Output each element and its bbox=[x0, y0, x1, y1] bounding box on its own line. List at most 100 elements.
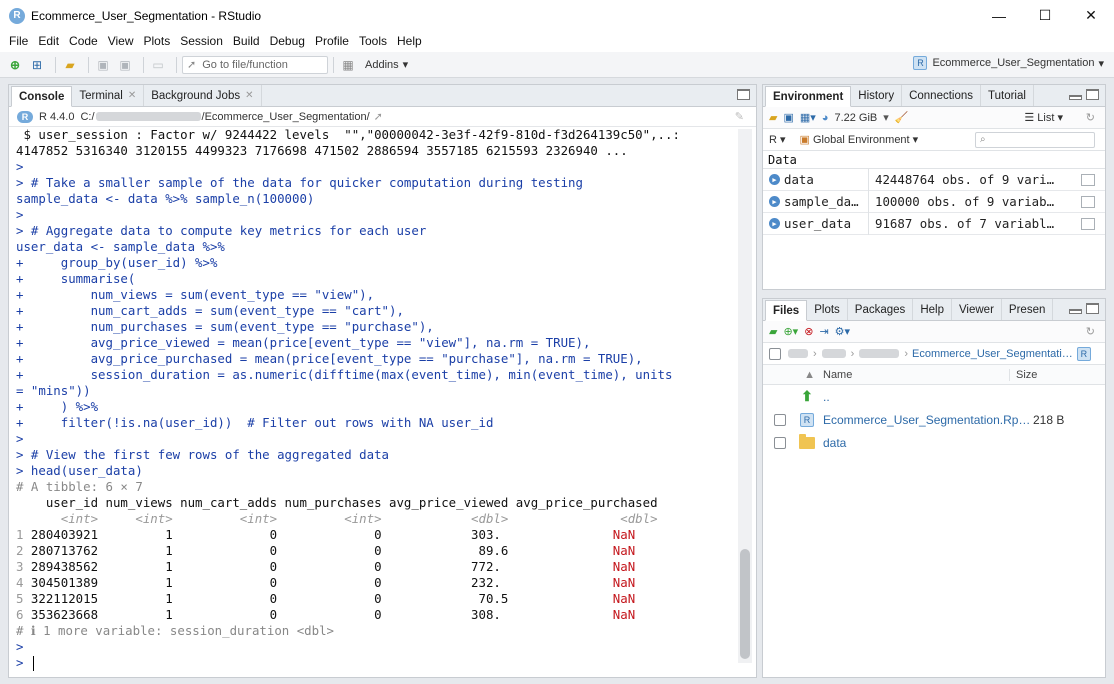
rename-icon[interactable]: ⇥ bbox=[819, 325, 828, 338]
view-data-icon[interactable] bbox=[1081, 195, 1095, 208]
menu-view[interactable]: View bbox=[103, 34, 139, 48]
import-dataset-icon[interactable]: ▦▾ bbox=[800, 111, 816, 124]
refresh-icon[interactable]: ↻ bbox=[1086, 325, 1095, 338]
delete-icon[interactable]: ⊗ bbox=[804, 325, 813, 338]
env-row[interactable]: ▶ data 42448764 obs. of 9 vari… bbox=[763, 168, 1105, 191]
expand-icon[interactable]: ▶ bbox=[769, 174, 780, 185]
memory-pie-icon[interactable]: ◕ bbox=[822, 112, 829, 124]
menu-plots[interactable]: Plots bbox=[139, 34, 176, 48]
load-workspace-icon[interactable]: ▰ bbox=[769, 111, 777, 124]
expand-icon[interactable]: ▶ bbox=[769, 218, 780, 229]
menu-debug[interactable]: Debug bbox=[265, 34, 310, 48]
tab-terminal[interactable]: Terminal ✕ bbox=[72, 85, 145, 106]
env-row[interactable]: ▶ user_data 91687 obs. of 7 variabl… bbox=[763, 212, 1105, 235]
tab-packages[interactable]: Packages bbox=[848, 299, 914, 320]
goto-dir-icon[interactable]: ➚ bbox=[374, 110, 383, 123]
project-menu[interactable]: R Ecommerce_User_Segmentation ▾ bbox=[913, 56, 1104, 70]
print-icon[interactable]: ▭ bbox=[149, 56, 167, 74]
goto-file-input[interactable]: ➚ Go to file/function bbox=[182, 55, 328, 74]
file-name[interactable]: data bbox=[823, 436, 1033, 450]
menu-build[interactable]: Build bbox=[228, 34, 265, 48]
sort-up-icon[interactable]: ▲ bbox=[763, 369, 823, 381]
file-row[interactable]: data bbox=[763, 431, 1105, 454]
tab-help[interactable]: Help bbox=[913, 299, 952, 320]
tab-environment[interactable]: Environment bbox=[765, 86, 852, 107]
close-tab-icon[interactable]: ✕ bbox=[245, 90, 253, 101]
console-text: = "mins")) bbox=[16, 383, 91, 398]
r-version: R 4.4.0 bbox=[39, 110, 75, 123]
close-button[interactable]: ✕ bbox=[1068, 0, 1114, 31]
gear-icon[interactable]: ⚙▾ bbox=[835, 325, 850, 338]
env-row[interactable]: ▶ sample_da… 100000 obs. of 9 variab… bbox=[763, 190, 1105, 213]
maximize-pane-icon[interactable] bbox=[1086, 89, 1099, 100]
breadcrumb: › › › Ecommerce_User_Segmentati… R bbox=[763, 343, 1105, 365]
save-icon[interactable]: ▣ bbox=[94, 56, 112, 74]
menu-profile[interactable]: Profile bbox=[310, 34, 354, 48]
console-text: + filter(!is.na(user_id)) # Filter out r… bbox=[16, 415, 494, 430]
tab-tutorial[interactable]: Tutorial bbox=[981, 85, 1034, 106]
refresh-icon[interactable]: ↻ bbox=[1086, 111, 1095, 124]
file-checkbox[interactable] bbox=[774, 436, 786, 449]
restore-pane-icon[interactable] bbox=[737, 89, 750, 100]
console-line: + avg_price_viewed = mean(price[event_ty… bbox=[16, 335, 737, 351]
grid-layout-icon[interactable]: ▦ bbox=[339, 56, 357, 74]
tab-viewer[interactable]: Viewer bbox=[952, 299, 1002, 320]
title-bar: R Ecommerce_User_Segmentation - RStudio … bbox=[0, 0, 1114, 31]
save-workspace-icon[interactable]: ▣ bbox=[783, 111, 793, 124]
menu-code[interactable]: Code bbox=[64, 34, 103, 48]
tab-history[interactable]: History bbox=[851, 85, 903, 106]
addins-menu[interactable]: Addins bbox=[365, 59, 399, 71]
view-data-icon[interactable] bbox=[1081, 173, 1095, 186]
maximize-button[interactable]: ☐ bbox=[1022, 0, 1068, 31]
close-tab-icon[interactable]: ✕ bbox=[128, 90, 136, 101]
view-mode-select[interactable]: ☰ List ▾ bbox=[1024, 111, 1063, 124]
minimize-pane-icon[interactable] bbox=[1069, 95, 1082, 100]
console-line: + num_purchases = sum(event_type == "pur… bbox=[16, 319, 737, 335]
select-all-checkbox[interactable] bbox=[769, 347, 781, 360]
parent-dir-link[interactable]: .. bbox=[823, 390, 1033, 404]
console-output[interactable]: $ user_session : Factor w/ 9244422 level… bbox=[9, 127, 737, 677]
new-file-icon[interactable]: ⊕ bbox=[6, 56, 24, 74]
expand-icon[interactable]: ▶ bbox=[769, 196, 780, 207]
tab-console[interactable]: Console bbox=[11, 86, 73, 107]
file-checkbox[interactable] bbox=[774, 413, 786, 426]
clear-console-icon[interactable]: ✎ bbox=[735, 110, 744, 123]
language-select[interactable]: R ▾ bbox=[769, 133, 786, 146]
view-data-icon[interactable] bbox=[1081, 217, 1095, 230]
tab-background-jobs[interactable]: Background Jobs ✕ bbox=[144, 85, 262, 106]
save-all-icon[interactable]: ▣ bbox=[116, 56, 134, 74]
memory-usage[interactable]: 7.22 GiB bbox=[834, 112, 877, 124]
file-row[interactable]: R Ecommerce_User_Segmentation.Rp… 218 B bbox=[763, 408, 1105, 431]
new-blank-file-icon[interactable]: ⊕▾ bbox=[783, 325, 798, 338]
env-search-input[interactable]: ⌕ bbox=[975, 131, 1095, 148]
col-size[interactable]: Size bbox=[1009, 368, 1037, 381]
tab-connections[interactable]: Connections bbox=[902, 85, 982, 106]
menu-edit[interactable]: Edit bbox=[33, 34, 64, 48]
maximize-pane-icon[interactable] bbox=[1086, 303, 1099, 314]
new-project-icon[interactable]: ⊞ bbox=[28, 56, 46, 74]
minimize-button[interactable]: — bbox=[976, 0, 1022, 31]
col-name[interactable]: Name bbox=[823, 369, 1009, 381]
breadcrumb-current[interactable]: Ecommerce_User_Segmentati… bbox=[912, 348, 1073, 360]
files-tabbar: Files Plots Packages Help Viewer Presen bbox=[763, 299, 1105, 321]
console-line: > head(user_data) bbox=[16, 463, 737, 479]
new-folder-icon[interactable]: ▰ bbox=[769, 325, 777, 338]
scrollbar-thumb[interactable] bbox=[740, 549, 750, 659]
broom-icon[interactable]: 🧹 bbox=[895, 111, 909, 124]
tab-presentation[interactable]: Presen bbox=[1002, 299, 1054, 320]
menu-session[interactable]: Session bbox=[175, 34, 228, 48]
tab-files[interactable]: Files bbox=[765, 300, 808, 321]
parent-dir-icon[interactable]: ⬆ bbox=[797, 388, 817, 405]
scope-select[interactable]: ▣ Global Environment ▾ bbox=[800, 133, 919, 146]
file-name[interactable]: Ecommerce_User_Segmentation.Rp… bbox=[823, 413, 1033, 427]
menu-tools[interactable]: Tools bbox=[354, 34, 392, 48]
console-scrollbar[interactable] bbox=[738, 129, 752, 663]
menu-help[interactable]: Help bbox=[392, 34, 427, 48]
tab-plots[interactable]: Plots bbox=[807, 299, 848, 320]
open-file-icon[interactable]: ▰ bbox=[61, 56, 79, 74]
console-line: 6 353623668 1 0 0 308. NaN bbox=[16, 607, 737, 623]
file-row-parent[interactable]: ⬆ .. bbox=[763, 385, 1105, 408]
menu-file[interactable]: File bbox=[4, 34, 33, 48]
minimize-pane-icon[interactable] bbox=[1069, 309, 1082, 314]
working-directory[interactable]: C:/ /Ecommerce_User_Segmentation/ bbox=[80, 111, 369, 123]
